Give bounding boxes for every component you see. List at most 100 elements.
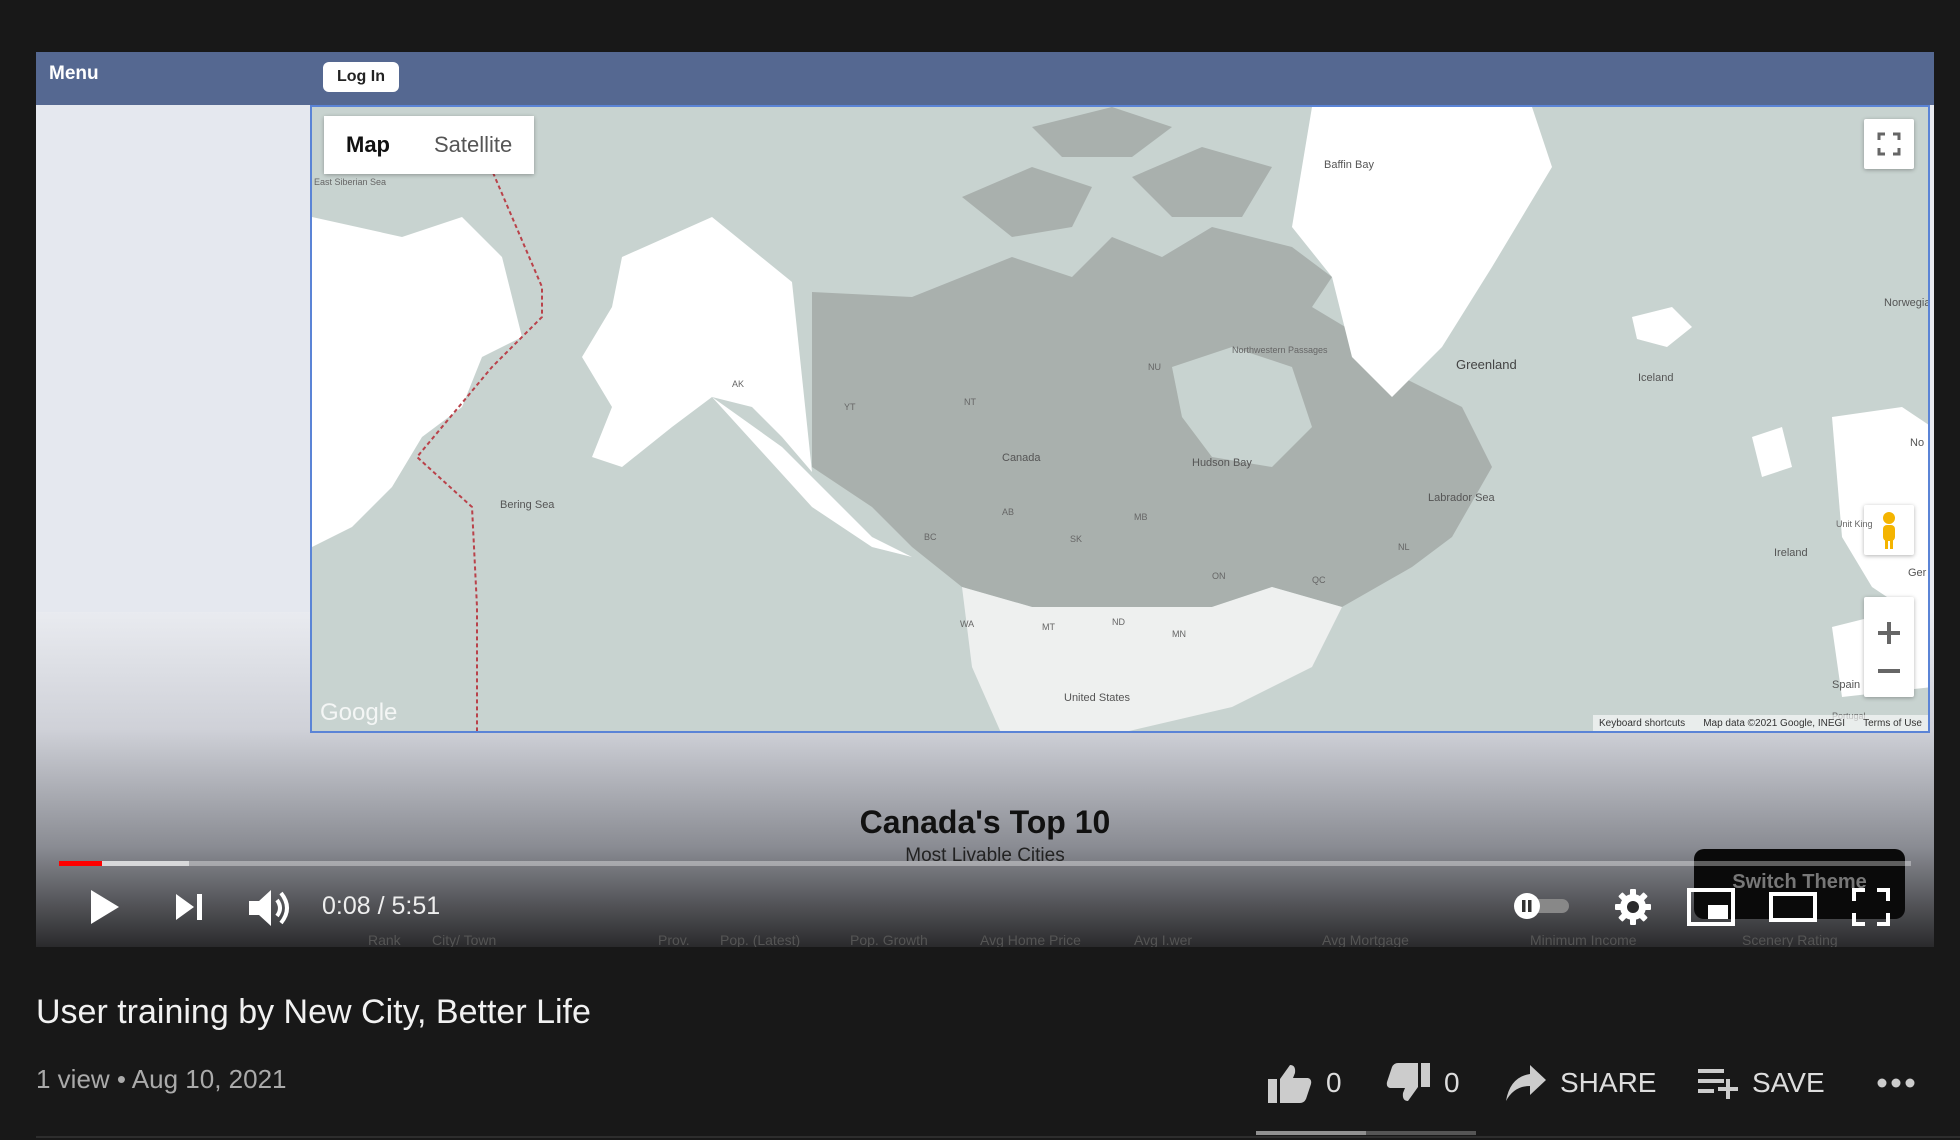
- map-label-canada: Canada: [1002, 452, 1041, 464]
- map-label-mn: MN: [1172, 629, 1186, 639]
- menu-button[interactable]: Menu: [49, 63, 99, 85]
- table-header: Avg Home Price: [980, 932, 1081, 947]
- table-header: Avg Mortgage: [1322, 932, 1409, 947]
- time-display: 0:08 / 5:51: [322, 892, 441, 920]
- share-icon: [1506, 1065, 1546, 1101]
- map-label-nl: NL: [1398, 542, 1410, 552]
- progress-bar[interactable]: [59, 861, 1911, 866]
- map-label-labrador-sea: Labrador Sea: [1428, 492, 1495, 504]
- like-count: 0: [1326, 1067, 1342, 1098]
- sentiment-bar: [1256, 1131, 1476, 1135]
- map-type-satellite-button[interactable]: Satellite: [412, 116, 535, 174]
- settings-button[interactable]: [1608, 882, 1658, 932]
- share-label: SHARE: [1560, 1067, 1657, 1098]
- map-label-norwegian-sea: Norwegian Se: [1884, 297, 1930, 309]
- map-label-united-kingdom: Unit King: [1836, 519, 1873, 529]
- dislike-button[interactable]: 0: [1384, 1058, 1460, 1108]
- more-horizontal-icon: [1877, 1078, 1915, 1088]
- app-header-bar: Menu Log In: [36, 52, 1934, 105]
- fullscreen-icon: [1877, 132, 1901, 156]
- next-icon: [176, 894, 202, 920]
- save-button[interactable]: SAVE: [1696, 1058, 1825, 1108]
- map-type-map-button[interactable]: Map: [324, 116, 412, 174]
- fullscreen-icon: [1852, 888, 1890, 926]
- zoom-controls: [1864, 597, 1914, 697]
- sentiment-bar-likes: [1256, 1131, 1366, 1135]
- map-label-united-states: United States: [1064, 692, 1131, 704]
- map-label-northwest-passages: Northwestern Passages: [1232, 345, 1328, 355]
- table-header: City/ Town: [432, 932, 497, 947]
- map-label-on: ON: [1212, 571, 1226, 581]
- map-label-mb: MB: [1134, 512, 1148, 522]
- map-label-nd: ND: [1112, 617, 1125, 627]
- map-label-no: No: [1910, 437, 1925, 449]
- next-button[interactable]: [164, 882, 214, 932]
- map-label-ab: AB: [1002, 507, 1015, 517]
- autoplay-toggle[interactable]: [1512, 888, 1572, 924]
- like-button[interactable]: 0: [1266, 1058, 1342, 1108]
- table-header: Avg I.wer: [1134, 932, 1193, 947]
- map-label-yt: YT: [844, 402, 856, 412]
- miniplayer-button[interactable]: [1684, 882, 1738, 932]
- save-label: SAVE: [1752, 1067, 1825, 1098]
- autoplay-toggle-icon: [1514, 893, 1569, 919]
- video-meta: 1 view • Aug 10, 2021: [36, 1064, 287, 1094]
- map-label-nt: NT: [964, 397, 976, 407]
- divider: [36, 1136, 1960, 1138]
- table-header: Pop. (Latest): [720, 932, 801, 947]
- keyboard-shortcuts-link[interactable]: Keyboard shortcuts: [1599, 718, 1685, 729]
- map-type-toggle[interactable]: Map Satellite: [324, 116, 535, 174]
- theater-icon: [1769, 892, 1817, 922]
- table-header: Prov.: [658, 932, 690, 947]
- settings-icon: [1615, 889, 1651, 925]
- miniplayer-icon: [1687, 888, 1735, 926]
- table-header: Rank: [368, 932, 401, 947]
- map-label-bc: BC: [924, 532, 937, 542]
- zoom-in-icon[interactable]: [1876, 620, 1902, 646]
- table-header: Pop. Growth: [850, 932, 928, 947]
- video-title: User training by New City, Better Life: [36, 993, 591, 1031]
- map-label-sk: SK: [1070, 534, 1083, 544]
- content-title: Canada's Top 10: [859, 804, 1111, 840]
- table-header: Scenery Rating: [1742, 932, 1838, 947]
- more-actions-button[interactable]: [1876, 1058, 1916, 1108]
- play-button[interactable]: [80, 882, 130, 932]
- login-button[interactable]: Log In: [323, 62, 399, 92]
- map-label-qc: QC: [1312, 575, 1326, 585]
- table-header-row: Rank City/ Town Prov. Pop. (Latest) Pop.…: [36, 932, 1934, 947]
- map-fullscreen-button[interactable]: [1864, 119, 1914, 169]
- thumbs-up-icon: [1268, 1065, 1312, 1103]
- pegman-button[interactable]: [1864, 505, 1914, 555]
- map-tiles: [312, 107, 1928, 731]
- map-label-ireland: Ireland: [1774, 547, 1808, 559]
- map-label-iceland: Iceland: [1638, 372, 1674, 384]
- pegman-icon: [1883, 512, 1895, 549]
- zoom-out-icon[interactable]: [1876, 668, 1902, 674]
- map-label-spain: Spain: [1832, 679, 1861, 691]
- play-icon: [91, 890, 119, 924]
- terms-of-use-link[interactable]: Terms of Use: [1863, 718, 1922, 729]
- fullscreen-button[interactable]: [1846, 882, 1896, 932]
- map-footer: Keyboard shortcuts Map data ©2021 Google…: [1593, 715, 1928, 731]
- volume-button[interactable]: [242, 880, 298, 936]
- map-label-ak: AK: [732, 379, 745, 389]
- map-label-bering-sea: Bering Sea: [500, 499, 555, 511]
- map-label-east-siberian-sea: East Siberian Sea: [314, 177, 387, 187]
- map-label-baffin-bay: Baffin Bay: [1324, 159, 1374, 171]
- map-label-greenland: Greenland: [1456, 357, 1517, 372]
- table-header: Minimum Income: [1530, 932, 1637, 947]
- map-data-attribution: Map data ©2021 Google, INEGI: [1703, 717, 1846, 729]
- map-label-nu: NU: [1148, 362, 1161, 372]
- share-button[interactable]: SHARE: [1504, 1058, 1656, 1108]
- google-watermark: Google: [320, 699, 398, 726]
- map-label-mt: MT: [1042, 622, 1055, 632]
- theater-mode-button[interactable]: [1766, 882, 1820, 932]
- video-player[interactable]: Menu Log In Map Satellite East Siberian …: [36, 52, 1934, 947]
- progress-played: [59, 861, 102, 866]
- thumbs-down-icon: [1386, 1063, 1430, 1101]
- playlist-add-icon: [1698, 1069, 1738, 1099]
- map-view[interactable]: Map Satellite East Siberian Sea Baffin B…: [310, 105, 1930, 733]
- dislike-count: 0: [1444, 1067, 1460, 1098]
- map-label-hudson-bay: Hudson Bay: [1192, 457, 1252, 469]
- map-label-ger: Ger: [1908, 567, 1927, 579]
